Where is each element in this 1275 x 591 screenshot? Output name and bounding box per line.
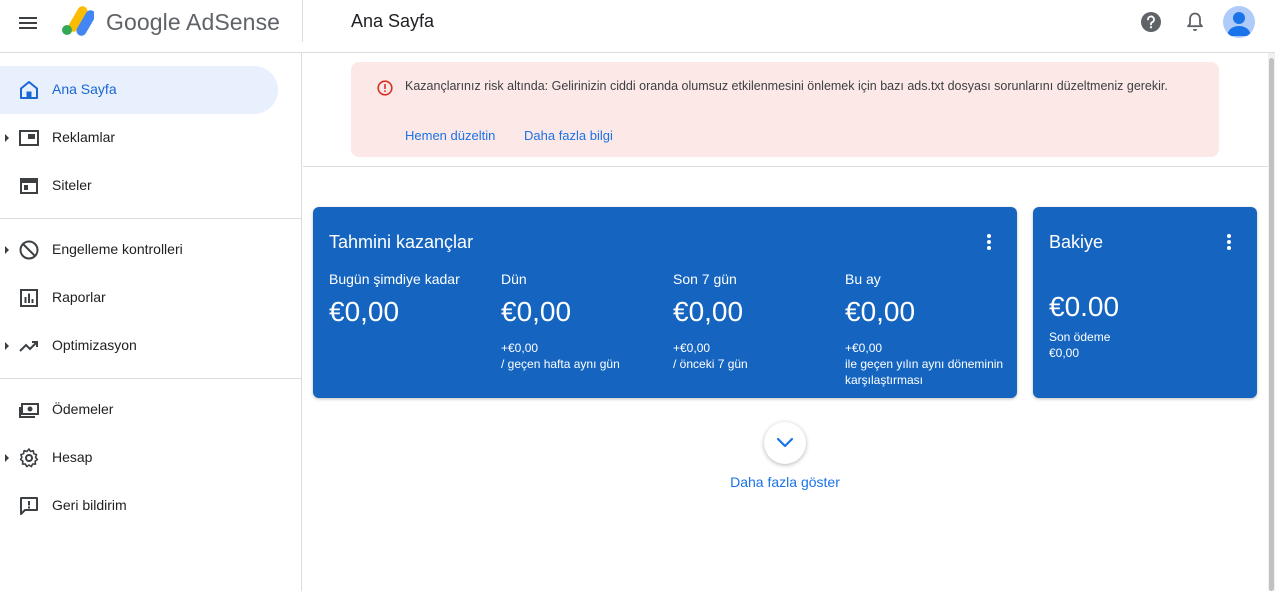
metric-yesterday: Dün €0,00 +€0,00 / geçen hafta aynı gün bbox=[501, 271, 671, 372]
metric-value: €0,00 bbox=[501, 296, 572, 327]
home-icon bbox=[20, 81, 38, 99]
top-app-bar: Google AdSense Ana Sayfa bbox=[0, 0, 1275, 46]
menu-icon[interactable] bbox=[16, 11, 40, 35]
scrollbar-thumb[interactable] bbox=[1269, 58, 1274, 591]
metric-compare: / önceki 7 gün bbox=[673, 357, 748, 371]
brand-name: Google AdSense bbox=[106, 9, 280, 36]
sidebar-item-label: Ödemeler bbox=[52, 401, 114, 417]
last-payment-label: Son ödeme bbox=[1049, 330, 1111, 344]
expand-caret-icon[interactable] bbox=[5, 454, 9, 462]
metric-change: +€0,00 ile geçen yılın aynı döneminin ka… bbox=[845, 340, 1005, 388]
sidebar-item-label: Hesap bbox=[52, 449, 93, 465]
ads-icon bbox=[19, 130, 39, 146]
header-divider bbox=[302, 0, 303, 42]
show-more-link[interactable]: Daha fazla göster bbox=[700, 474, 870, 490]
metric-today: Bugün şimdiye kadar €0,00 bbox=[329, 271, 499, 327]
avatar[interactable] bbox=[1223, 6, 1255, 38]
gear-icon bbox=[19, 448, 39, 468]
metric-compare: / geçen hafta aynı gün bbox=[501, 357, 620, 371]
notifications-bell-icon[interactable] bbox=[1185, 11, 1205, 33]
show-more-button[interactable] bbox=[764, 422, 806, 464]
sidebar-item-ads[interactable]: Reklamlar bbox=[0, 114, 278, 162]
sidebar-item-optimization[interactable]: Optimizasyon bbox=[0, 322, 278, 370]
brand-product: AdSense bbox=[186, 9, 281, 35]
metric-delta: +€0,00 bbox=[673, 341, 711, 355]
sidebar-item-label: Optimizasyon bbox=[52, 337, 137, 353]
sidebar-divider bbox=[0, 378, 302, 379]
sidebar-item-label: Raporlar bbox=[52, 289, 106, 305]
expand-caret-icon[interactable] bbox=[5, 134, 9, 142]
metric-label: Bu ay bbox=[845, 271, 881, 287]
sidebar-item-account[interactable]: Hesap bbox=[0, 434, 278, 482]
estimated-earnings-card: Tahmini kazançlar Bugün şimdiye kadar €0… bbox=[313, 207, 1017, 398]
sidebar-item-label: Ana Sayfa bbox=[52, 81, 117, 97]
sidebar-item-feedback[interactable]: Geri bildirim bbox=[0, 482, 278, 530]
card-title: Tahmini kazançlar bbox=[329, 232, 474, 252]
metric-delta: +€0,00 bbox=[501, 341, 539, 355]
sidebar-item-sites[interactable]: Siteler bbox=[0, 162, 278, 210]
block-icon bbox=[19, 240, 39, 260]
balance-value: €0.00 bbox=[1049, 291, 1120, 322]
sidebar-item-reports[interactable]: Raporlar bbox=[0, 274, 278, 322]
metric-change: +€0,00 / geçen hafta aynı gün bbox=[501, 340, 671, 372]
error-icon bbox=[377, 80, 393, 96]
fix-now-link[interactable]: Hemen düzeltin bbox=[405, 128, 495, 143]
more-options-icon[interactable] bbox=[986, 234, 992, 252]
sidebar-item-label: Geri bildirim bbox=[52, 497, 127, 513]
payments-icon bbox=[19, 403, 39, 418]
sidebar-item-label: Reklamlar bbox=[52, 129, 116, 145]
last-payment-value: €0,00 bbox=[1049, 346, 1080, 360]
more-options-icon[interactable] bbox=[1226, 234, 1232, 252]
metric-this-month: Bu ay €0,00 +€0,00 ile geçen yılın aynı … bbox=[845, 271, 1005, 388]
user-avatar-icon bbox=[1227, 12, 1251, 36]
warning-message: Kazançlarınız risk altında: Gelirinizin … bbox=[405, 79, 1168, 93]
sidebar-item-label: Engelleme kontrolleri bbox=[52, 241, 183, 257]
trending-up-icon bbox=[19, 341, 38, 352]
expand-caret-icon[interactable] bbox=[5, 246, 9, 254]
sidebar-divider bbox=[0, 218, 302, 219]
sidebar-item-label: Siteler bbox=[52, 177, 92, 193]
sidebar-item-home[interactable]: Ana Sayfa bbox=[0, 66, 278, 114]
sidebar-item-blocking-controls[interactable]: Engelleme kontrolleri bbox=[0, 226, 278, 274]
sidebar-item-payments[interactable]: Ödemeler bbox=[0, 386, 278, 434]
content-divider bbox=[303, 166, 1268, 167]
adsense-logo-icon bbox=[62, 6, 94, 36]
metric-value: €0,00 bbox=[329, 296, 400, 327]
card-title: Bakiye bbox=[1049, 232, 1104, 252]
help-icon[interactable] bbox=[1140, 11, 1162, 33]
balance-card: Bakiye €0.00 Son ödeme €0,00 bbox=[1033, 207, 1257, 398]
feedback-icon bbox=[20, 497, 38, 515]
expand-caret-icon[interactable] bbox=[5, 342, 9, 350]
page-title: Ana Sayfa bbox=[351, 11, 435, 31]
ads-txt-warning-banner: Kazançlarınız risk altında: Gelirinizin … bbox=[351, 62, 1219, 157]
reports-icon bbox=[20, 289, 38, 307]
metric-last-7-days: Son 7 gün €0,00 +€0,00 / önceki 7 gün bbox=[673, 271, 843, 372]
sidebar: Ana Sayfa Reklamlar Siteler Engelleme ko… bbox=[0, 53, 302, 591]
chevron-down-icon bbox=[776, 437, 794, 448]
learn-more-link[interactable]: Daha fazla bilgi bbox=[524, 128, 613, 143]
metric-delta: +€0,00 bbox=[845, 341, 883, 355]
metric-label: Son 7 gün bbox=[673, 271, 737, 287]
metric-value: €0,00 bbox=[673, 296, 744, 327]
metric-compare: ile geçen yılın aynı döneminin karşılaşt… bbox=[845, 357, 1004, 387]
brand-google: Google bbox=[106, 9, 181, 35]
metric-change: +€0,00 / önceki 7 gün bbox=[673, 340, 843, 372]
metric-label: Dün bbox=[501, 271, 527, 287]
metric-value: €0,00 bbox=[845, 296, 916, 327]
sites-icon bbox=[20, 178, 38, 194]
metric-label: Bugün şimdiye kadar bbox=[329, 271, 460, 287]
